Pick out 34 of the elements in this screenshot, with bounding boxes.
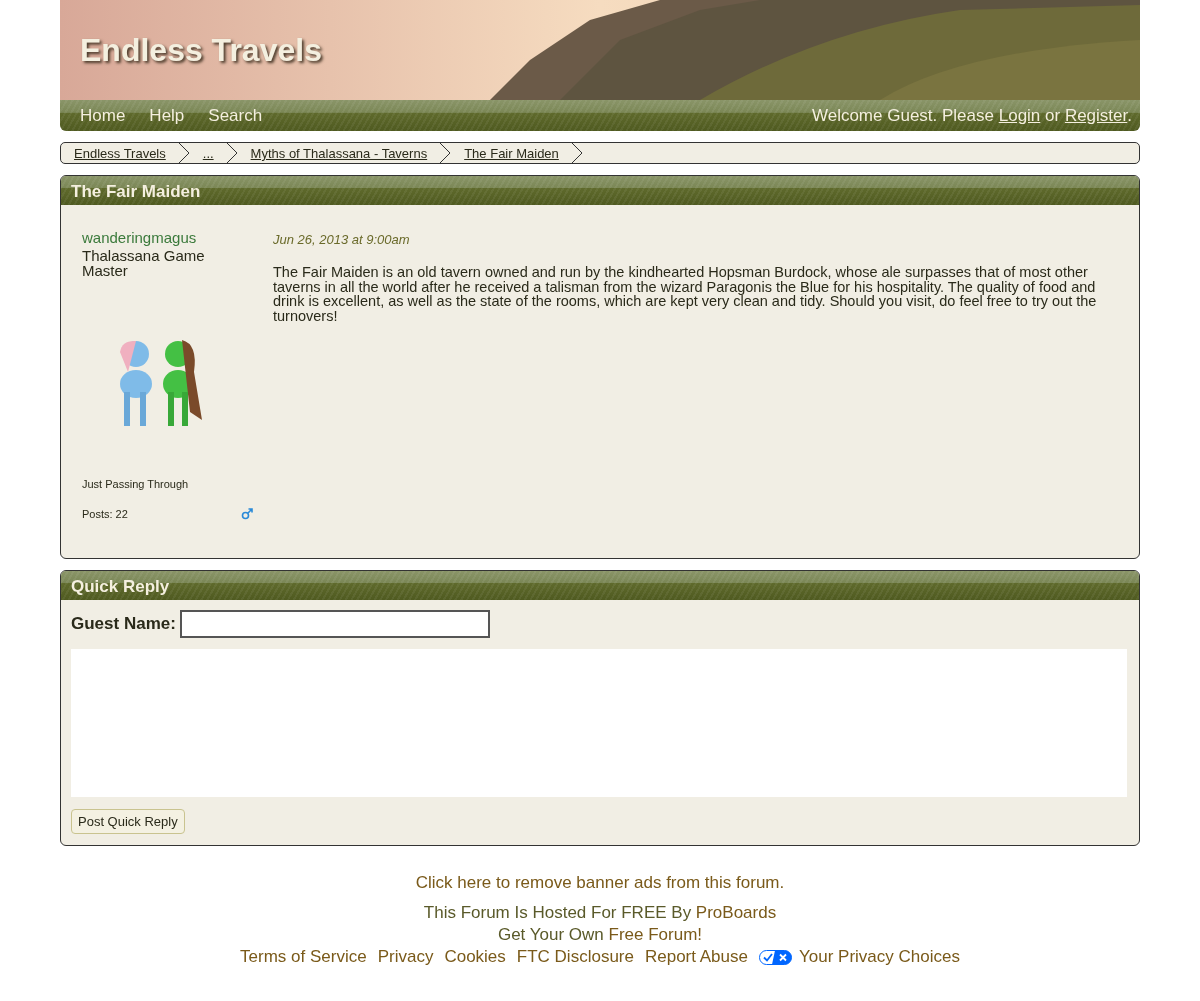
footer-link[interactable]: Your Privacy Choices — [798, 947, 960, 967]
author-rank: Thalassana Game Master — [82, 248, 206, 278]
welcome-message: Welcome Guest. Please Login or Register. — [811, 105, 1132, 126]
site-title: Endless Travels — [79, 31, 322, 69]
login-link[interactable]: Login — [998, 105, 1041, 125]
nav-link[interactable]: Home — [68, 105, 138, 126]
thread-title: The Fair Maiden — [61, 176, 1139, 205]
free-forum-text: Get Your Own Free Forum! — [497, 925, 703, 944]
footer-link[interactable]: Privacy — [377, 947, 434, 967]
footer-link[interactable]: Cookies — [444, 947, 506, 967]
guest-name-label: Guest Name: — [71, 614, 176, 634]
post-count: Posts: 22 — [82, 508, 128, 520]
post-quick-reply-button[interactable]: Post Quick Reply — [71, 809, 185, 834]
quick-reply-title: Quick Reply — [61, 571, 1139, 600]
proboards-link[interactable]: ProBoards — [695, 903, 777, 922]
member-status: Just Passing Through — [82, 478, 190, 490]
breadcrumb-link[interactable]: Endless Travels — [61, 145, 178, 163]
nav-link[interactable]: Help — [137, 105, 197, 126]
breadcrumb-link[interactable]: The Fair Maiden — [451, 145, 571, 163]
post-body: The Fair Maiden is an old tavern owned and run by the kindhearted Hopsman Burdock, whose ale surpasses that of most other taverns in all the world after he received a talisman from the wizard Paragonis the Blue for his hospitality. The quality of food and drink is excellent, as well as the state of the rooms, which are kept very clean and tidy. Should you visit, do feel free to try out the turnovers! — [273, 265, 1098, 323]
footer-link[interactable]: Report Abuse — [644, 947, 748, 967]
guest-name-field[interactable] — [179, 610, 490, 638]
privacy-toggle-icon — [758, 949, 792, 965]
breadcrumb-link[interactable]: Myths of Thalassana - Taverns — [237, 145, 440, 163]
footer-link[interactable]: FTC Disclosure — [516, 947, 634, 967]
remove-ads-link[interactable]: Click here to remove banner ads from this forum. — [415, 873, 785, 892]
free-forum-link[interactable]: Free Forum! — [608, 925, 703, 944]
breadcrumb-link[interactable]: ... — [189, 145, 226, 163]
nav-link[interactable]: Search — [196, 105, 275, 126]
author-link[interactable]: wanderingmagus — [82, 229, 253, 246]
register-link[interactable]: Register — [1064, 105, 1128, 125]
hosted-by-text: This Forum Is Hosted For FREE By ProBoards — [423, 903, 777, 922]
footer-link[interactable]: Terms of Service — [240, 947, 367, 967]
post-date: Jun 26, 2013 at 9:00am — [273, 232, 411, 247]
